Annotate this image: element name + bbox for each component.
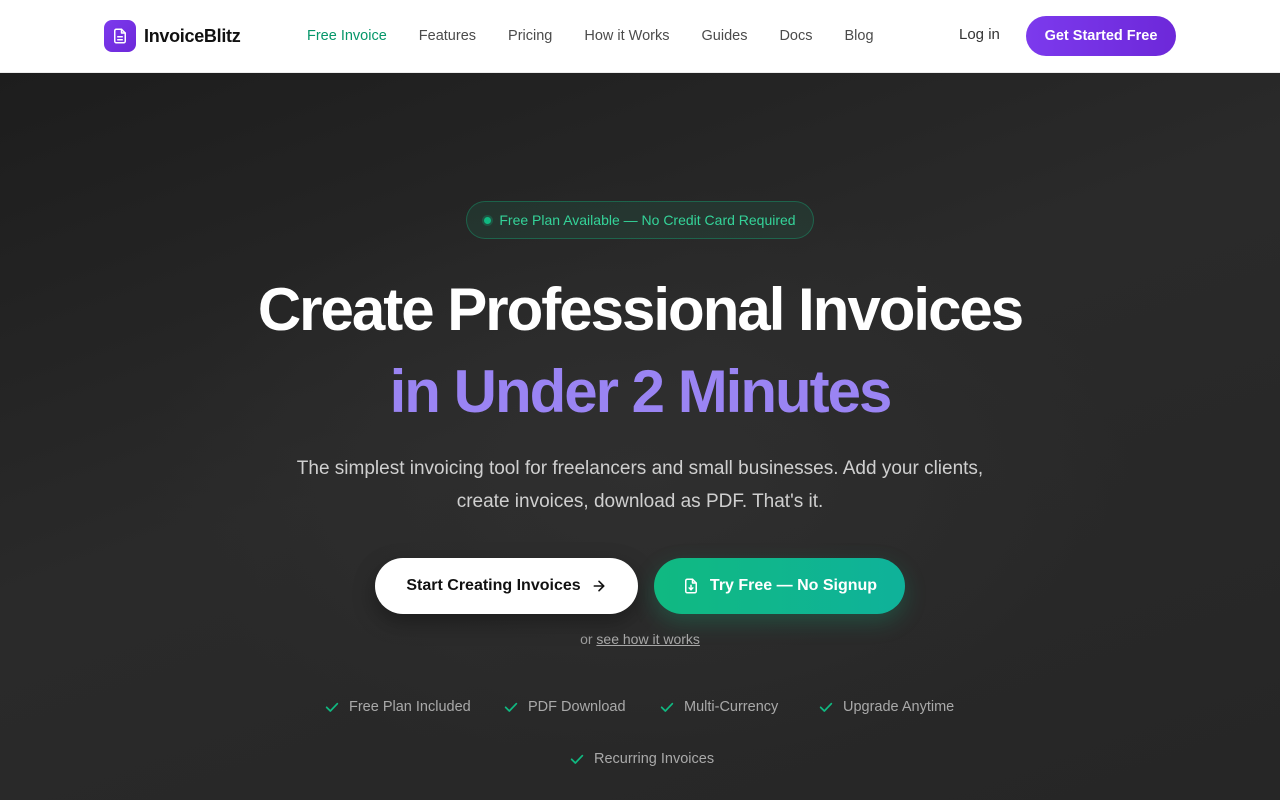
or-text: or [580,631,593,647]
nav-link-guides[interactable]: Guides [702,28,748,44]
check-icon [504,702,518,712]
feature-label: Upgrade Anytime [843,699,955,715]
feature-item: Recurring Invoices [569,751,714,767]
try-free-button[interactable]: Try Free — No Signup [654,558,905,614]
check-icon [660,702,674,712]
nav-link-docs[interactable]: Docs [779,28,812,44]
hero-subtitle: The simplest invoicing tool for freelanc… [296,458,984,512]
feature-label: PDF Download [528,699,626,715]
top-navbar: InvoiceBlitz Free Invoice Features Prici… [0,0,1280,73]
login-link[interactable]: Log in [959,26,1000,43]
hero-headline-accent: in Under 2 Minutes [389,358,893,425]
badge-text: Free Plan Available — No Credit Card Req… [499,212,796,228]
document-icon [104,20,136,52]
feature-item: PDF Download [503,699,626,715]
how-it-works-line: or see how it works [0,631,1280,647]
start-creating-invoices-button[interactable]: Start Creating Invoices [375,558,638,614]
arrow-right-icon [593,580,605,592]
brand-logo-link[interactable]: InvoiceBlitz [104,20,241,52]
nav-link-free-invoice[interactable]: Free Invoice [307,28,387,44]
start-creating-label: Start Creating Invoices [406,577,581,594]
nav-link-pricing[interactable]: Pricing [508,28,552,44]
brand-name: InvoiceBlitz [144,25,241,46]
feature-item: Upgrade Anytime [818,699,954,715]
feature-item: Free Plan Included [324,699,471,715]
file-download-icon [684,578,697,594]
hero-headline: Create Professional Invoices [257,276,1024,343]
get-started-button[interactable]: Get Started Free [1026,16,1176,56]
hero-section [0,73,1280,800]
free-plan-badge: Free Plan Available — No Credit Card Req… [466,201,814,239]
nav-link-blog[interactable]: Blog [845,28,874,44]
check-icon [325,702,339,712]
nav-link-features[interactable]: Features [419,28,476,44]
main-nav: Free Invoice Features Pricing How it Wor… [307,26,874,46]
check-icon [570,754,584,764]
feature-label: Recurring Invoices [594,751,715,767]
feature-label: Free Plan Included [349,699,471,715]
see-how-it-works-link[interactable]: see how it works [596,631,699,647]
status-dot-icon [484,216,492,224]
feature-label: Multi-Currency [684,699,779,715]
try-free-label: Try Free — No Signup [709,577,878,594]
feature-item: Multi-Currency [659,699,778,715]
nav-link-how-it-works[interactable]: How it Works [584,28,669,44]
check-icon [819,702,833,712]
